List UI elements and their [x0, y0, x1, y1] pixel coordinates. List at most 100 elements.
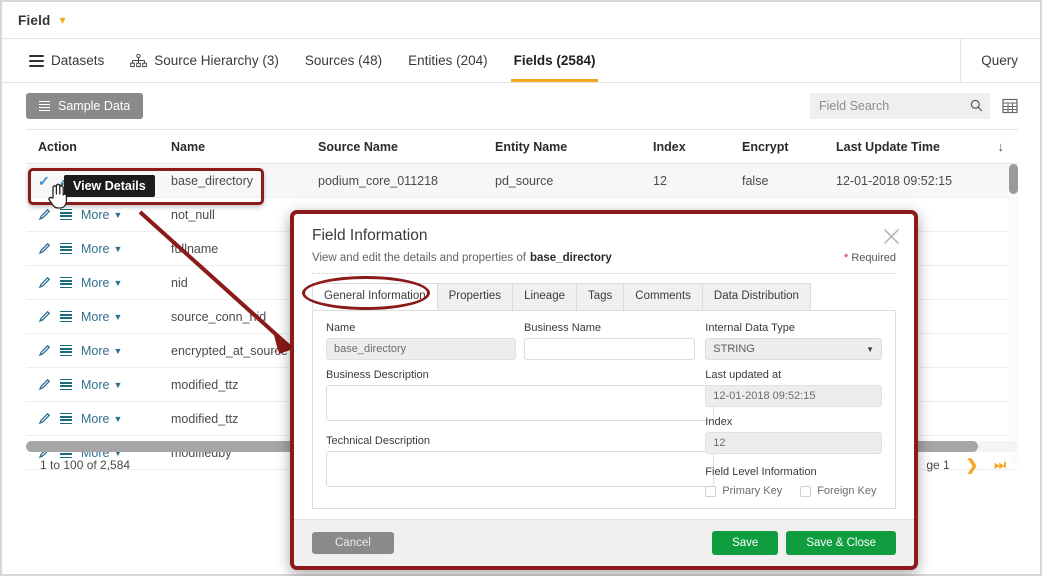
tab-lineage[interactable]: Lineage [513, 283, 577, 310]
tab-comments[interactable]: Comments [624, 283, 703, 310]
edit-pencil-icon[interactable] [38, 276, 51, 289]
dialog-header: Field Information View and edit the deta… [294, 214, 914, 264]
list-icon[interactable] [60, 208, 72, 221]
cell-name: base_directory [171, 173, 253, 188]
list-icon[interactable] [60, 242, 72, 255]
more-dropdown[interactable]: More ▼ [81, 276, 122, 290]
list-icon[interactable] [60, 378, 72, 391]
list-icon[interactable] [60, 276, 72, 289]
tab-data-distribution[interactable]: Data Distribution [702, 283, 811, 310]
label-name: Name [326, 322, 356, 334]
chevron-down-icon[interactable]: ▾ [60, 14, 66, 26]
more-dropdown[interactable]: More ▼ [81, 310, 122, 324]
tab-general-information[interactable]: General Information [312, 283, 438, 310]
tab-properties[interactable]: Properties [437, 283, 514, 310]
scrollbar-thumb[interactable] [1009, 164, 1018, 194]
nav-item-sources[interactable]: Sources (48) [292, 39, 395, 82]
cell-encrypt: false [742, 173, 769, 188]
edit-pencil-icon[interactable] [38, 344, 51, 357]
more-dropdown[interactable]: More ▼ [81, 344, 122, 358]
next-page-icon[interactable]: ❯ [966, 458, 979, 473]
table-vertical-scrollbar[interactable] [1009, 164, 1018, 464]
label-index: Index [705, 416, 733, 428]
field-business-name-group: Business Name [524, 322, 696, 360]
last-page-icon[interactable]: ⏭ [994, 457, 1006, 473]
foreign-key-checkbox[interactable]: Foreign Key [800, 485, 877, 497]
sample-data-button[interactable]: Sample Data [26, 93, 144, 119]
cursor-pointer-icon [48, 183, 68, 209]
table-header-row: Action Name Source Name Entity Name Inde… [26, 130, 1018, 164]
more-label: More [81, 309, 110, 324]
top-bar: Field ▾ [2, 2, 1040, 39]
save-and-close-button[interactable]: Save & Close [786, 531, 896, 555]
nav-item-query[interactable]: Query [960, 39, 1040, 82]
nav-items: Datasets Source Hierarchy (3) Sources (4… [2, 39, 960, 82]
last-updated-input [705, 385, 882, 407]
field-business-description-group: Business Description [326, 369, 714, 426]
chevron-down-icon: ▼ [113, 413, 123, 424]
table-row[interactable]: ✓ base_directory podium_core_011218 pd_s… [26, 164, 1018, 198]
more-label: More [81, 411, 110, 426]
record-count-label: 1 to 100 of 2,584 [40, 458, 131, 472]
more-dropdown[interactable]: More ▼ [81, 208, 122, 222]
business-name-input[interactable] [524, 338, 696, 360]
more-dropdown[interactable]: More ▼ [81, 378, 122, 392]
field-level-checkboxes: Primary Key Foreign Key [705, 485, 882, 497]
cancel-button[interactable]: Cancel [312, 532, 394, 554]
save-button[interactable]: Save [712, 531, 779, 555]
dialog-subtitle-field: base_directory [529, 252, 612, 264]
dialog-subtitle-prefix: View and edit the details and properties… [312, 252, 526, 264]
tooltip-view-details: View Details [64, 175, 155, 197]
nav-item-fields[interactable]: Fields (2584) [501, 39, 609, 82]
arrow-down-icon[interactable]: ↓ [998, 139, 1005, 154]
foreign-key-label: Foreign Key [817, 485, 877, 497]
hamburger-icon [29, 54, 44, 67]
chevron-down-icon: ▼ [113, 277, 123, 288]
edit-pencil-icon[interactable] [38, 310, 51, 323]
required-label: Required [851, 252, 896, 264]
field-index-group: Index [705, 416, 882, 454]
name-input [326, 338, 516, 360]
list-icon[interactable] [60, 412, 72, 425]
grid-view-icon[interactable] [1002, 98, 1018, 114]
column-header-index: Index [653, 139, 686, 154]
tab-tags[interactable]: Tags [577, 283, 625, 310]
field-information-dialog: Field Information View and edit the deta… [290, 210, 918, 570]
list-icon[interactable] [60, 344, 72, 357]
list-icon[interactable] [60, 310, 72, 323]
dialog-subtitle: View and edit the details and properties… [312, 252, 896, 264]
primary-key-checkbox[interactable]: Primary Key [705, 485, 782, 497]
field-search-wrap [810, 93, 990, 119]
nav-item-datasets[interactable]: Datasets [16, 39, 117, 82]
page-title: Field [18, 12, 51, 28]
edit-pencil-icon[interactable] [38, 378, 51, 391]
nav-item-label: Datasets [51, 53, 105, 68]
nav-item-entities[interactable]: Entities (204) [395, 39, 501, 82]
nav-item-label: Entities (204) [408, 53, 488, 68]
more-dropdown[interactable]: More ▼ [81, 412, 122, 426]
column-header-name: Name [171, 139, 206, 154]
nav-item-source-hierarchy[interactable]: Source Hierarchy (3) [117, 39, 292, 82]
label-last-updated-at: Last updated at [705, 369, 782, 381]
label-business-name: Business Name [524, 322, 602, 334]
checkbox-box [800, 485, 812, 497]
column-header-source-name: Source Name [318, 139, 398, 154]
main-navigation: Datasets Source Hierarchy (3) Sources (4… [2, 39, 1040, 83]
page-number-label: ge 1 [926, 458, 950, 472]
cell-index: 12 [653, 173, 667, 188]
search-icon[interactable] [970, 99, 983, 112]
dialog-tabs: General Information Properties Lineage T… [294, 274, 914, 310]
internal-data-type-select[interactable]: STRING ▼ [705, 338, 882, 360]
column-header-action: Action [38, 139, 77, 154]
more-dropdown[interactable]: More ▼ [81, 242, 122, 256]
nav-item-label: Fields (2584) [513, 53, 596, 68]
toolbar-right-group [810, 93, 1018, 119]
application-window: Field ▾ Datasets Source Hierarchy (3) So… [0, 0, 1042, 576]
edit-pencil-icon[interactable] [38, 412, 51, 425]
search-input[interactable] [810, 93, 990, 119]
edit-pencil-icon[interactable] [38, 242, 51, 255]
close-icon[interactable] [883, 228, 900, 245]
field-technical-description-group: Technical Description [326, 435, 714, 492]
footer-primary-actions: Save Save & Close [712, 531, 896, 555]
row-actions: More ▼ [26, 378, 171, 392]
